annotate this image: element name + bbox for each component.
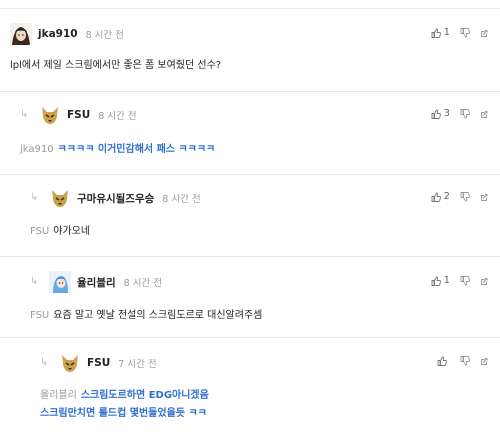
comment-text: 요즘 말고 옛날 전설의 스크림도르로 대신알려주셈 bbox=[53, 310, 263, 321]
thumbs-down-icon bbox=[460, 27, 470, 37]
like-count: 2 bbox=[443, 191, 450, 202]
timestamp: 8 시간 전 bbox=[98, 111, 137, 122]
like-count: 1 bbox=[443, 27, 450, 38]
share-button[interactable] bbox=[480, 276, 490, 286]
reply-arrow-icon: ↳ bbox=[20, 109, 29, 120]
thumbs-down-icon bbox=[460, 275, 470, 285]
comment-text-line-1: 스크림도르하면 EDG아니겠음 bbox=[80, 390, 209, 401]
like-button[interactable]: 3 bbox=[431, 108, 450, 119]
reply-arrow-icon: ↳ bbox=[30, 276, 39, 287]
thumbs-up-icon bbox=[431, 109, 441, 119]
like-button[interactable]: 1 bbox=[431, 27, 450, 38]
share-icon bbox=[481, 29, 488, 37]
share-icon bbox=[481, 193, 488, 201]
like-button[interactable] bbox=[437, 356, 450, 366]
thumbs-down-icon bbox=[460, 191, 470, 201]
like-count: 1 bbox=[443, 275, 450, 286]
timestamp: 8 시간 전 bbox=[85, 30, 124, 41]
comment-4: ↳ 율리블리 8 시간 전 FSU 요즘 말고 옛날 전설의 스크림도르로 대신알… bbox=[0, 257, 500, 338]
thumbs-up-icon bbox=[431, 192, 441, 202]
username[interactable]: jka910 bbox=[38, 28, 78, 40]
comment-header: ↳ 율리블리 8 시간 전 bbox=[30, 271, 162, 293]
dislike-button[interactable] bbox=[460, 27, 470, 38]
comment-actions: 1 bbox=[421, 275, 490, 286]
avatar[interactable] bbox=[39, 104, 61, 126]
comment-body: FSU 요즘 말고 옛날 전설의 스크림도르로 대신알려주셈 bbox=[30, 307, 262, 325]
comment-text: 야가오네 bbox=[53, 226, 91, 237]
share-icon bbox=[481, 277, 488, 285]
share-button[interactable] bbox=[480, 356, 490, 366]
comment-body: lpl에서 제일 스크림에서만 좋은 폼 보여줬던 선수? bbox=[10, 57, 221, 75]
reply-mention[interactable]: FSU bbox=[30, 226, 49, 237]
timestamp: 8 시간 전 bbox=[123, 278, 162, 289]
dislike-button[interactable] bbox=[460, 275, 470, 286]
comment-3: ↳ 구마유시될즈우승 8 시간 전 FSU 야가오네 2 bbox=[0, 175, 500, 257]
comment-actions: 2 bbox=[421, 191, 490, 202]
comment-body: 율리블리 스크림도르하면 EDG아니겠음 스크림만치면 롤드컵 몇번들었을듯 ㅋㅋ bbox=[40, 387, 209, 423]
comment-text: lpl에서 제일 스크림에서만 좋은 폼 보여줬던 선수? bbox=[10, 60, 222, 71]
username[interactable]: FSU bbox=[67, 109, 90, 121]
comment-text-line-2: 스크림만치면 롤드컵 몇번들었을듯 ㅋㅋ bbox=[40, 408, 207, 419]
avatar[interactable] bbox=[49, 187, 71, 209]
comment-header: ↳ FSU 7 시간 전 bbox=[40, 352, 157, 374]
like-button[interactable]: 1 bbox=[431, 275, 450, 286]
username[interactable]: FSU bbox=[87, 357, 110, 369]
comment-actions bbox=[427, 356, 490, 366]
thumbs-up-icon bbox=[437, 356, 447, 366]
comment-5: ↳ FSU 7 시간 전 율리블리 스크림도르하면 EDG아니겠음 스크림만치면 … bbox=[0, 338, 500, 440]
reply-mention[interactable]: 율리블리 bbox=[40, 390, 77, 401]
dislike-button[interactable] bbox=[460, 356, 470, 366]
comment-header: ↳ 구마유시될즈우승 8 시간 전 bbox=[30, 187, 201, 209]
comment-actions: 1 bbox=[421, 27, 490, 38]
timestamp: 7 시간 전 bbox=[118, 359, 157, 370]
comment-text: ㅋㅋㅋㅋ 이거민감해서 패스 ㅋㅋㅋㅋ bbox=[57, 144, 216, 155]
reply-arrow-icon: ↳ bbox=[40, 357, 49, 368]
comment-body: jka910 ㅋㅋㅋㅋ 이거민감해서 패스 ㅋㅋㅋㅋ bbox=[20, 141, 215, 159]
share-button[interactable] bbox=[480, 28, 490, 38]
username[interactable]: 율리블리 bbox=[77, 275, 116, 290]
like-count: 3 bbox=[443, 108, 450, 119]
dislike-button[interactable] bbox=[460, 191, 470, 202]
comment-thread: jka910 8 시간 전 lpl에서 제일 스크림에서만 좋은 폼 보여줬던 … bbox=[0, 0, 500, 440]
thumbs-up-icon bbox=[431, 276, 441, 286]
comment-2: ↳ FSU 8 시간 전 jka910 ㅋㅋㅋㅋ 이거민감해서 패스 ㅋㅋㅋㅋ 3 bbox=[0, 92, 500, 175]
thumbs-down-icon bbox=[460, 356, 470, 366]
thumbs-up-icon bbox=[431, 28, 441, 38]
username[interactable]: 구마유시될즈우승 bbox=[77, 191, 154, 206]
avatar[interactable] bbox=[10, 23, 32, 45]
reply-mention[interactable]: jka910 bbox=[20, 144, 54, 155]
reply-arrow-icon: ↳ bbox=[30, 192, 39, 203]
reply-mention[interactable]: FSU bbox=[30, 310, 49, 321]
comment-header: ↳ FSU 8 시간 전 bbox=[20, 104, 137, 126]
like-button[interactable]: 2 bbox=[431, 191, 450, 202]
dislike-button[interactable] bbox=[460, 108, 470, 119]
comment-actions: 3 bbox=[421, 108, 490, 119]
share-icon bbox=[481, 358, 488, 365]
share-icon bbox=[481, 110, 488, 118]
thumbs-down-icon bbox=[460, 108, 470, 118]
timestamp: 8 시간 전 bbox=[162, 194, 201, 205]
avatar[interactable] bbox=[59, 352, 81, 374]
share-button[interactable] bbox=[480, 109, 490, 119]
comment-1: jka910 8 시간 전 lpl에서 제일 스크림에서만 좋은 폼 보여줬던 … bbox=[0, 9, 500, 92]
avatar[interactable] bbox=[49, 271, 71, 293]
comment-body: FSU 야가오네 bbox=[30, 223, 90, 241]
comment-header: jka910 8 시간 전 bbox=[10, 23, 124, 45]
share-button[interactable] bbox=[480, 192, 490, 202]
